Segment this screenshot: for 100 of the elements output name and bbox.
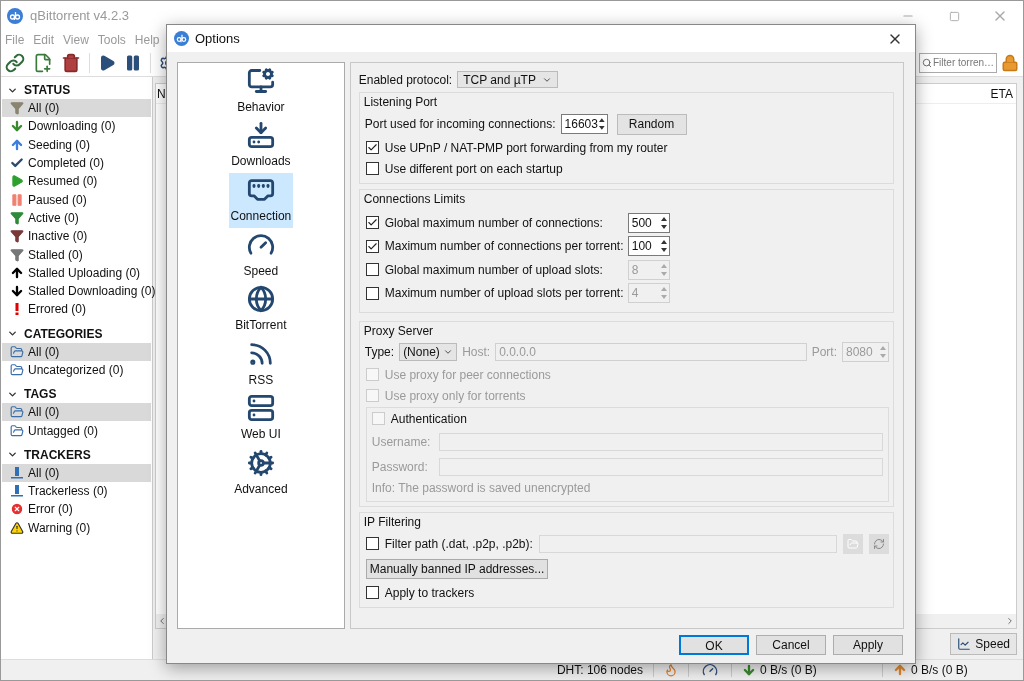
- pause-icon[interactable]: [124, 53, 142, 72]
- chevron-down-icon: [443, 347, 454, 357]
- flame-icon[interactable]: [664, 663, 678, 677]
- spin-arrows-icon: [597, 117, 606, 131]
- speed-button[interactable]: Speed: [950, 633, 1017, 655]
- folder-icon: [10, 405, 24, 420]
- upload-speed: 0 B/s (0 B): [911, 662, 968, 679]
- sidebar-item[interactable]: All (0): [2, 99, 151, 118]
- page-list-item[interactable]: Downloads: [229, 118, 293, 174]
- sidebar-item[interactable]: Paused (0): [2, 190, 151, 209]
- section-header: CATEGORIES: [24, 325, 103, 343]
- page-list-item[interactable]: RSS: [230, 336, 291, 392]
- checkbox-label[interactable]: Use different port on each startup: [384, 159, 563, 178]
- arrow-up-icon: [10, 265, 24, 280]
- checkbox-label[interactable]: Use UPnP / NAT-PMP port forwarding from my router: [384, 138, 668, 157]
- sidebar-item[interactable]: Warning (0): [2, 518, 151, 537]
- sidebar-item[interactable]: Seeding (0): [2, 135, 151, 154]
- sidebar-item[interactable]: Stalled (0): [2, 245, 151, 264]
- filter-path-field[interactable]: [538, 534, 837, 553]
- dialog-button[interactable]: Apply: [833, 635, 903, 655]
- globe-icon: [246, 285, 275, 314]
- sidebar-item[interactable]: All (0): [2, 403, 151, 422]
- maximize-icon: [948, 10, 960, 22]
- spin-arrows-icon: [659, 239, 668, 254]
- banned-ips-button[interactable]: Manually banned IP addresses...: [365, 559, 549, 579]
- page-list-item[interactable]: Connection: [228, 173, 294, 228]
- number-spinbox[interactable]: 16603: [560, 114, 608, 134]
- reload-icon: [873, 537, 885, 550]
- protocol-label: Enabled protocol:: [358, 71, 453, 89]
- checkbox-label[interactable]: Global maximum number of connections:: [384, 213, 603, 232]
- server-icon: [246, 394, 275, 423]
- checkbox-label[interactable]: Global maximum number of upload slots:: [384, 260, 603, 279]
- checkbox-label[interactable]: Apply to trackers: [384, 583, 475, 602]
- sidebar-item[interactable]: All (0): [2, 463, 151, 483]
- sidebar-item[interactable]: Stalled Uploading (0): [2, 263, 151, 282]
- add-file-icon[interactable]: [33, 52, 53, 73]
- number-spinbox[interactable]: 500: [627, 212, 670, 233]
- username-label: Username:: [371, 433, 432, 451]
- checkbox-label[interactable]: Filter path (.dat, .p2p, .p2b):: [384, 534, 533, 553]
- scroll-right-icon[interactable]: [1005, 616, 1015, 626]
- host-label: Host:: [462, 344, 491, 361]
- checkbox[interactable]: [365, 162, 379, 175]
- checkbox[interactable]: [365, 141, 379, 154]
- spin-arrows-icon: [659, 215, 668, 230]
- sidebar-item[interactable]: Resumed (0): [2, 172, 151, 191]
- sidebar-item[interactable]: Active (0): [2, 208, 151, 228]
- sidebar-item[interactable]: Errored (0): [2, 300, 151, 319]
- sidebar-item[interactable]: Downloading (0): [2, 117, 151, 136]
- dialog-button[interactable]: Cancel: [756, 635, 826, 655]
- checkbox[interactable]: [365, 537, 379, 550]
- play-icon[interactable]: [98, 53, 116, 72]
- section-header: TRACKERS: [24, 446, 91, 464]
- dialog-button[interactable]: OK: [679, 635, 749, 655]
- lock-icon[interactable]: [1001, 53, 1019, 72]
- page-list-item[interactable]: Speed: [230, 227, 291, 283]
- password-field[interactable]: [438, 457, 883, 476]
- reload-button[interactable]: [869, 533, 889, 554]
- sidebar-item[interactable]: All (0): [2, 342, 151, 361]
- sidebar-item[interactable]: Error (0): [2, 500, 151, 519]
- number-spinbox[interactable]: 100: [627, 236, 670, 257]
- sidebar-item[interactable]: Inactive (0): [2, 227, 151, 246]
- username-field[interactable]: [438, 432, 883, 451]
- delete-icon[interactable]: [61, 52, 81, 73]
- group-title: IP Filtering: [363, 514, 422, 531]
- group-title: Listening Port: [363, 94, 439, 111]
- type-label: Type:: [364, 344, 395, 361]
- spin-arrows-icon: [879, 345, 887, 359]
- checkbox[interactable]: [365, 239, 379, 253]
- sidebar-item[interactable]: Uncategorized (0): [2, 360, 151, 380]
- page-list-item[interactable]: Behavior: [230, 64, 291, 119]
- checkbox[interactable]: [365, 263, 379, 277]
- arrow-down-icon: [10, 284, 24, 299]
- column-header[interactable]: N: [157, 84, 166, 103]
- search-field[interactable]: Filter torren…: [933, 55, 996, 70]
- folder-icon: [10, 344, 24, 359]
- sidebar-item[interactable]: Untagged (0): [2, 421, 151, 440]
- scroll-left-icon[interactable]: [157, 616, 167, 626]
- folder-icon: [10, 363, 24, 377]
- checkbox[interactable]: [365, 216, 379, 230]
- folder-icon: [10, 423, 24, 438]
- page-list-item[interactable]: Web UI: [230, 391, 291, 447]
- download-drive-icon: [246, 121, 275, 150]
- column-header[interactable]: ETA: [990, 84, 1013, 103]
- section-header: TAGS: [24, 386, 57, 404]
- protocol-dropdown[interactable]: TCP and µTP: [457, 71, 558, 88]
- add-link-icon[interactable]: [5, 52, 25, 73]
- search-box[interactable]: Filter torren…: [919, 52, 997, 73]
- app-logo-icon: [174, 31, 189, 46]
- page-list-item[interactable]: Advanced: [230, 446, 291, 501]
- checkbox[interactable]: [365, 286, 379, 300]
- checkbox[interactable]: [365, 586, 379, 599]
- checkbox-label[interactable]: Maximum number of connections per torrent:: [384, 237, 624, 256]
- sidebar-item[interactable]: Trackerless (0): [2, 482, 151, 501]
- sidebar-item[interactable]: Completed (0): [2, 153, 151, 173]
- tracker-icon: [10, 465, 24, 480]
- page-list-item[interactable]: BitTorrent: [230, 282, 291, 337]
- filter-icon: [10, 247, 24, 262]
- random-button[interactable]: Random: [616, 113, 687, 135]
- checkbox-label[interactable]: Maximum number of upload slots per torrent:: [384, 284, 624, 303]
- dialog-title: Options: [195, 29, 240, 48]
